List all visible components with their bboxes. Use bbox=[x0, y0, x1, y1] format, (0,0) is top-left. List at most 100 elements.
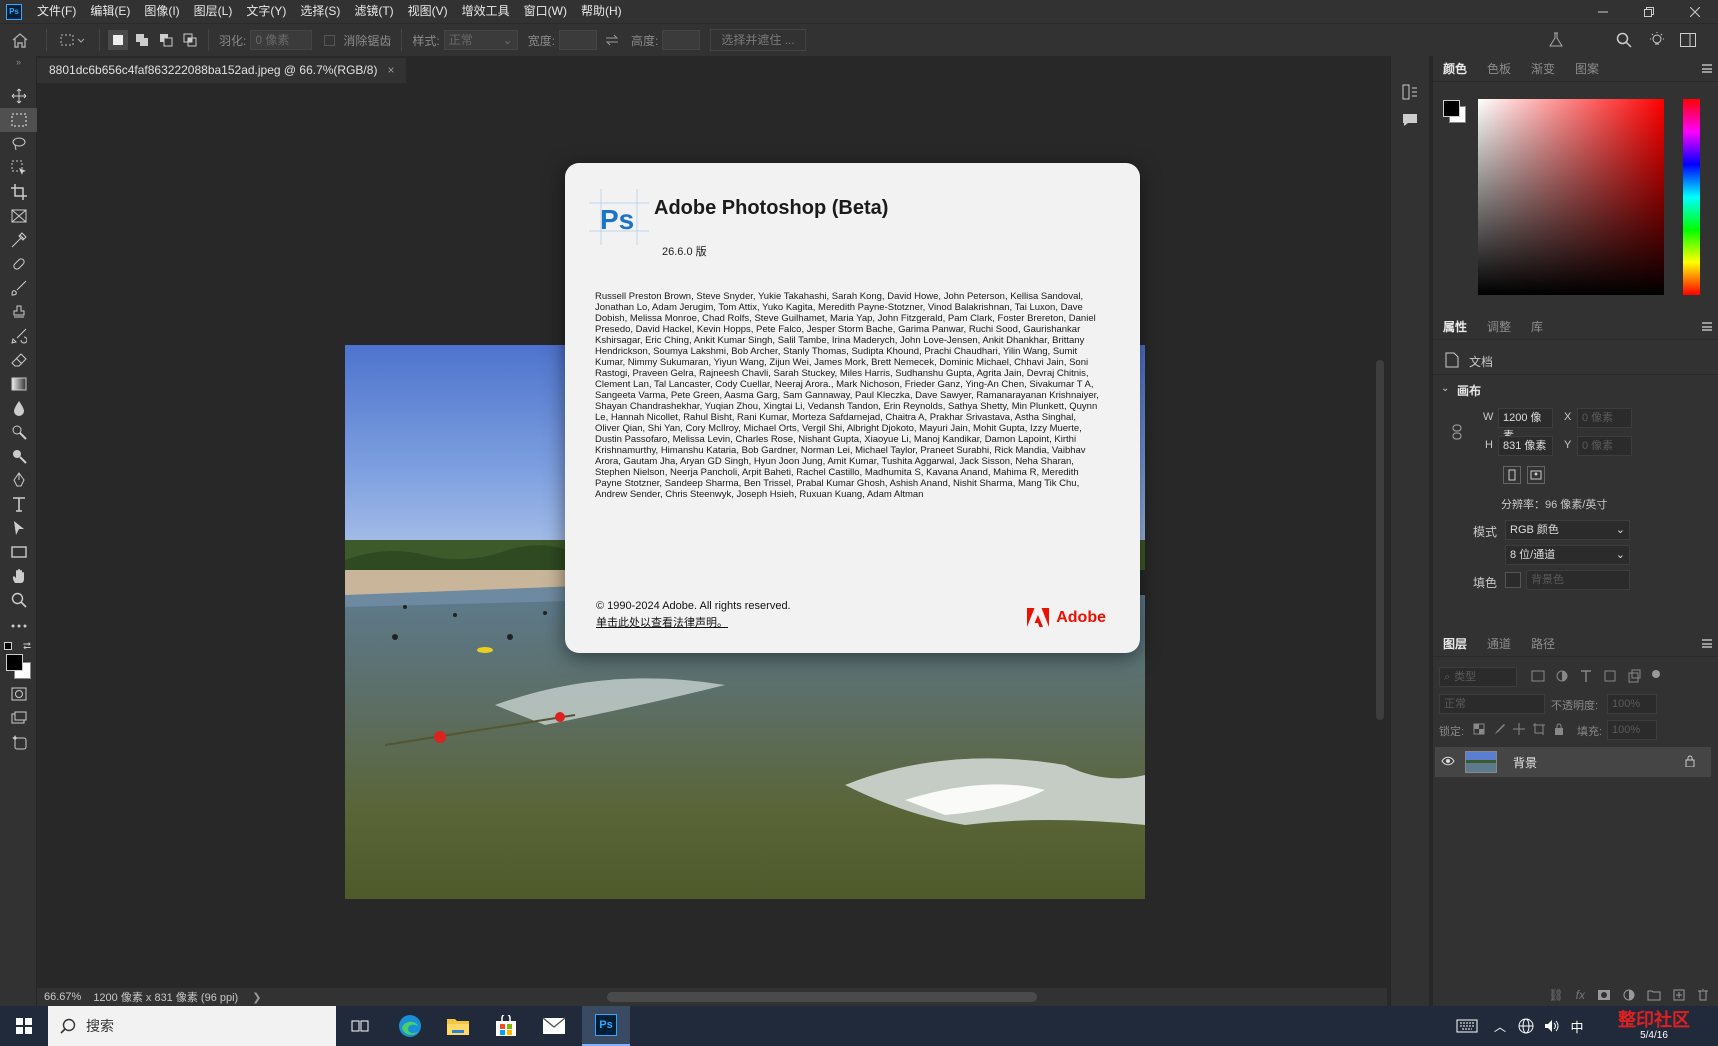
tab-channels[interactable]: 通道 bbox=[1477, 631, 1521, 657]
tab-color[interactable]: 颜色 bbox=[1433, 56, 1477, 82]
menu-image[interactable]: 图像(I) bbox=[137, 0, 186, 23]
generative-icon[interactable] bbox=[0, 730, 37, 754]
adjustment-filter-icon[interactable] bbox=[1555, 669, 1569, 683]
gradient-tool-icon[interactable] bbox=[0, 372, 37, 396]
volume-icon[interactable] bbox=[1540, 1006, 1564, 1046]
new-layer-icon[interactable] bbox=[1673, 989, 1685, 1001]
new-selection-icon[interactable] bbox=[108, 30, 128, 50]
history-brush-tool-icon[interactable] bbox=[0, 324, 37, 348]
pixel-filter-icon[interactable] bbox=[1531, 669, 1545, 683]
windows-start-icon[interactable] bbox=[0, 1006, 48, 1046]
object-selection-tool-icon[interactable] bbox=[0, 156, 37, 180]
feather-input[interactable]: 0 像素 bbox=[250, 30, 313, 50]
color-picker-field[interactable] bbox=[1478, 99, 1664, 295]
pen-tool-icon[interactable] bbox=[0, 468, 37, 492]
search-icon[interactable] bbox=[1612, 30, 1636, 50]
panel-menu-icon[interactable] bbox=[1702, 322, 1712, 331]
fill-select[interactable]: 背景色 bbox=[1526, 570, 1630, 590]
vertical-scrollbar[interactable] bbox=[1373, 90, 1387, 988]
canvas-y-input[interactable]: 0 像素 bbox=[1577, 436, 1632, 456]
tab-layers[interactable]: 图层 bbox=[1433, 631, 1477, 657]
history-panel-icon[interactable] bbox=[1391, 78, 1429, 106]
fx-icon[interactable]: fx bbox=[1576, 988, 1585, 1002]
layer-row-background[interactable]: 背景 bbox=[1435, 747, 1711, 777]
foreground-color-chip[interactable] bbox=[1443, 100, 1460, 117]
lock-position-icon[interactable] bbox=[1513, 723, 1525, 735]
select-and-mask-button[interactable]: 选择并遮住 ... bbox=[710, 29, 806, 51]
status-menu-arrow[interactable]: ❯ bbox=[252, 991, 261, 1004]
marquee-preset-icon[interactable] bbox=[53, 24, 93, 57]
clone-stamp-tool-icon[interactable] bbox=[0, 300, 37, 324]
fill-opacity-input[interactable]: 100% bbox=[1607, 720, 1657, 740]
height-input[interactable] bbox=[662, 30, 701, 50]
keyboard-icon[interactable] bbox=[1443, 1006, 1491, 1046]
canvas-x-input[interactable]: 0 像素 bbox=[1577, 408, 1632, 428]
microsoft-store-icon[interactable] bbox=[482, 1006, 530, 1046]
close-button[interactable] bbox=[1672, 0, 1718, 23]
landscape-orientation-icon[interactable] bbox=[1527, 466, 1545, 484]
adjustment-layer-icon[interactable] bbox=[1623, 989, 1635, 1001]
photoshop-app-icon[interactable]: Ps bbox=[6, 3, 22, 20]
lightbulb-icon[interactable] bbox=[1645, 30, 1669, 50]
chevron-up-icon[interactable]: ︿ bbox=[1490, 1006, 1510, 1046]
color-mode-select[interactable]: RGB 颜色 ⌄ bbox=[1505, 520, 1630, 540]
intersect-selection-icon[interactable] bbox=[180, 30, 200, 50]
default-colors-icon[interactable] bbox=[4, 642, 12, 650]
zoom-small-tool-icon[interactable] bbox=[0, 444, 37, 468]
collapse-toolbar-icon[interactable]: » bbox=[0, 56, 37, 68]
more-tools-icon[interactable] bbox=[0, 614, 37, 638]
workspace-icon[interactable] bbox=[1676, 30, 1700, 50]
move-tool-icon[interactable] bbox=[0, 84, 37, 108]
mail-icon[interactable] bbox=[530, 1006, 578, 1046]
file-explorer-icon[interactable] bbox=[434, 1006, 482, 1046]
document-tab[interactable]: 8801dc6b656c4faf863222088ba152ad.jpeg @ … bbox=[37, 58, 407, 83]
menu-select[interactable]: 选择(S) bbox=[293, 0, 347, 23]
close-tab-icon[interactable]: × bbox=[387, 58, 394, 83]
menu-edit[interactable]: 编辑(E) bbox=[83, 0, 137, 23]
tab-libraries[interactable]: 库 bbox=[1521, 314, 1553, 340]
bit-depth-select[interactable]: 8 位/通道 ⌄ bbox=[1505, 545, 1630, 565]
fill-color-chip[interactable] bbox=[1505, 572, 1521, 588]
tab-gradients[interactable]: 渐变 bbox=[1521, 56, 1565, 82]
layer-name[interactable]: 背景 bbox=[1513, 754, 1537, 771]
shape-filter-icon[interactable] bbox=[1603, 669, 1617, 683]
brush-tool-icon[interactable] bbox=[0, 276, 37, 300]
crop-tool-icon[interactable] bbox=[0, 180, 37, 204]
delete-layer-icon[interactable] bbox=[1697, 989, 1709, 1001]
zoom-tool-icon[interactable] bbox=[0, 588, 37, 612]
width-input[interactable] bbox=[559, 30, 598, 50]
menu-layer[interactable]: 图层(L) bbox=[187, 0, 240, 23]
hand-tool-icon[interactable] bbox=[0, 564, 37, 588]
horizontal-scroll-thumb[interactable] bbox=[607, 992, 1037, 1002]
tab-paths[interactable]: 路径 bbox=[1521, 631, 1565, 657]
menu-view[interactable]: 视图(V) bbox=[401, 0, 455, 23]
smart-object-filter-icon[interactable] bbox=[1627, 669, 1641, 683]
vertical-scroll-thumb[interactable] bbox=[1376, 360, 1384, 720]
task-view-icon[interactable] bbox=[336, 1006, 384, 1046]
foreground-color-swatch[interactable] bbox=[6, 654, 23, 671]
screen-mode-icon[interactable] bbox=[0, 706, 37, 730]
comments-panel-icon[interactable] bbox=[1391, 106, 1429, 134]
lock-image-icon[interactable] bbox=[1493, 723, 1505, 735]
lock-all-icon[interactable] bbox=[1553, 723, 1565, 735]
filter-toggle-icon[interactable] bbox=[1651, 669, 1661, 679]
swap-icon[interactable] bbox=[597, 34, 627, 46]
opacity-input[interactable]: 100% bbox=[1607, 694, 1657, 714]
restore-button[interactable] bbox=[1626, 0, 1672, 23]
chevron-down-icon[interactable]: ⌄ bbox=[1441, 383, 1449, 394]
canvas-width-input[interactable]: 1200 像素 bbox=[1498, 408, 1553, 442]
taskbar-search-box[interactable]: 搜索 bbox=[48, 1006, 336, 1046]
new-group-icon[interactable] bbox=[1647, 989, 1661, 1001]
frame-tool-icon[interactable] bbox=[0, 204, 37, 228]
minimize-button[interactable] bbox=[1580, 0, 1626, 23]
eye-icon[interactable] bbox=[1441, 756, 1455, 766]
subtract-selection-icon[interactable] bbox=[156, 30, 176, 50]
zoom-level[interactable]: 66.67% bbox=[44, 991, 81, 1003]
menu-window[interactable]: 窗口(W) bbox=[517, 0, 574, 23]
quick-mask-icon[interactable] bbox=[0, 682, 37, 706]
eyedropper-tool-icon[interactable] bbox=[0, 228, 37, 252]
menu-help[interactable]: 帮助(H) bbox=[574, 0, 629, 23]
menu-filter[interactable]: 滤镜(T) bbox=[347, 0, 400, 23]
tab-swatches[interactable]: 色板 bbox=[1477, 56, 1521, 82]
legal-notice-link[interactable]: 单击此处以查看法律声明。 bbox=[596, 614, 728, 630]
